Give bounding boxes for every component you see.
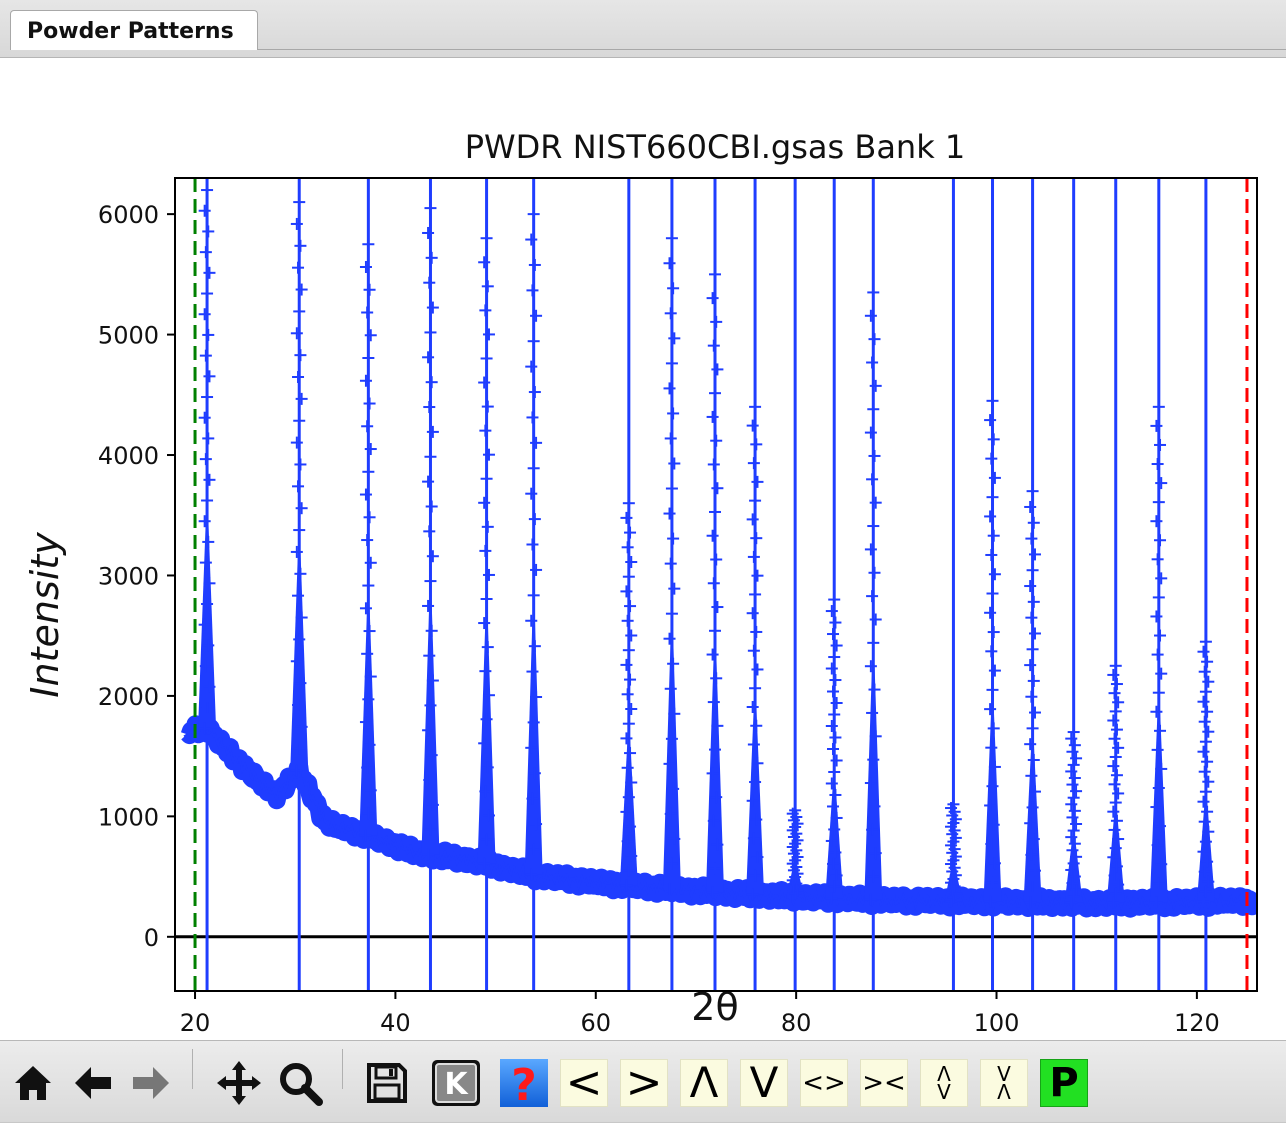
pan-icon — [217, 1061, 261, 1105]
back-arrow-icon — [75, 1067, 111, 1099]
y-tick-label: 5000 — [98, 322, 159, 350]
expand-horizontal-button[interactable]: <> — [800, 1059, 848, 1107]
toolbar-separator — [342, 1049, 343, 1089]
shift-left-label: < — [565, 1057, 603, 1108]
k-glyph: K — [444, 1067, 469, 1102]
expand-horizontal-label: <> — [802, 1068, 846, 1098]
chart-title: PWDR NIST660CBI.gsas Bank 1 — [465, 128, 966, 166]
x-tick-label: 20 — [180, 1009, 211, 1037]
tab-label: Powder Patterns — [27, 19, 234, 44]
shrink-horizontal-label: >< — [862, 1068, 906, 1098]
expand-vertical-button[interactable]: Λ V — [920, 1059, 968, 1107]
p-button[interactable]: P — [1040, 1059, 1088, 1107]
tab-powder-patterns[interactable]: Powder Patterns — [10, 10, 258, 50]
save-button[interactable] — [362, 1059, 412, 1107]
x-tick-label: 120 — [1174, 1009, 1220, 1037]
save-icon — [367, 1063, 407, 1103]
y-tick-label: 0 — [144, 924, 159, 952]
tab-divider — [258, 49, 1286, 50]
plot-area — [175, 178, 1257, 991]
zoom-button[interactable] — [274, 1059, 326, 1107]
shift-down-button[interactable]: V — [740, 1059, 788, 1107]
p-label: P — [1049, 1060, 1079, 1106]
toolbar-separator — [192, 1049, 193, 1089]
shift-right-button[interactable]: > — [620, 1059, 668, 1107]
shift-right-label: > — [625, 1057, 663, 1108]
shrink-vertical-button[interactable]: V Λ — [980, 1059, 1028, 1107]
home-button[interactable] — [8, 1059, 58, 1107]
y-tick-label: 4000 — [98, 442, 159, 470]
help-button[interactable]: ? — [499, 1059, 549, 1107]
shift-down-label: V — [749, 1058, 779, 1107]
expand-vertical-bottom: V — [937, 1080, 951, 1104]
plot-toolbar: K ? < > Λ V <> >< Λ V V Λ P — [0, 1040, 1286, 1123]
pan-button[interactable] — [212, 1059, 266, 1107]
zoom-icon — [280, 1063, 323, 1106]
y-axis-label: Intensity — [23, 532, 67, 698]
y-tick-label: 6000 — [98, 201, 159, 229]
y-tick-label: 1000 — [98, 803, 159, 831]
shift-up-label: Λ — [689, 1058, 719, 1107]
x-tick-label: 60 — [581, 1009, 612, 1037]
k-button[interactable]: K — [430, 1059, 482, 1107]
forward-arrow-icon — [133, 1067, 169, 1099]
k-icon: K — [432, 1060, 480, 1106]
shift-up-button[interactable]: Λ — [680, 1059, 728, 1107]
forward-button[interactable] — [126, 1059, 176, 1107]
shrink-horizontal-button[interactable]: >< — [860, 1059, 908, 1107]
help-icon: ? — [500, 1059, 548, 1107]
help-glyph: ? — [511, 1060, 537, 1107]
y-tick-label: 3000 — [98, 562, 159, 590]
tab-bar: Powder Patterns — [0, 0, 1286, 58]
x-tick-label: 80 — [781, 1009, 812, 1037]
x-tick-label: 40 — [380, 1009, 411, 1037]
x-tick-label: 100 — [974, 1009, 1020, 1037]
home-icon — [15, 1066, 51, 1100]
shift-left-button[interactable]: < — [560, 1059, 608, 1107]
y-tick-label: 2000 — [98, 683, 159, 711]
powder-pattern-plot[interactable]: PWDR NIST660CBI.gsas Bank 1 Intensity 2θ… — [0, 58, 1286, 1040]
back-button[interactable] — [68, 1059, 118, 1107]
shrink-vertical-bottom: Λ — [997, 1080, 1011, 1104]
